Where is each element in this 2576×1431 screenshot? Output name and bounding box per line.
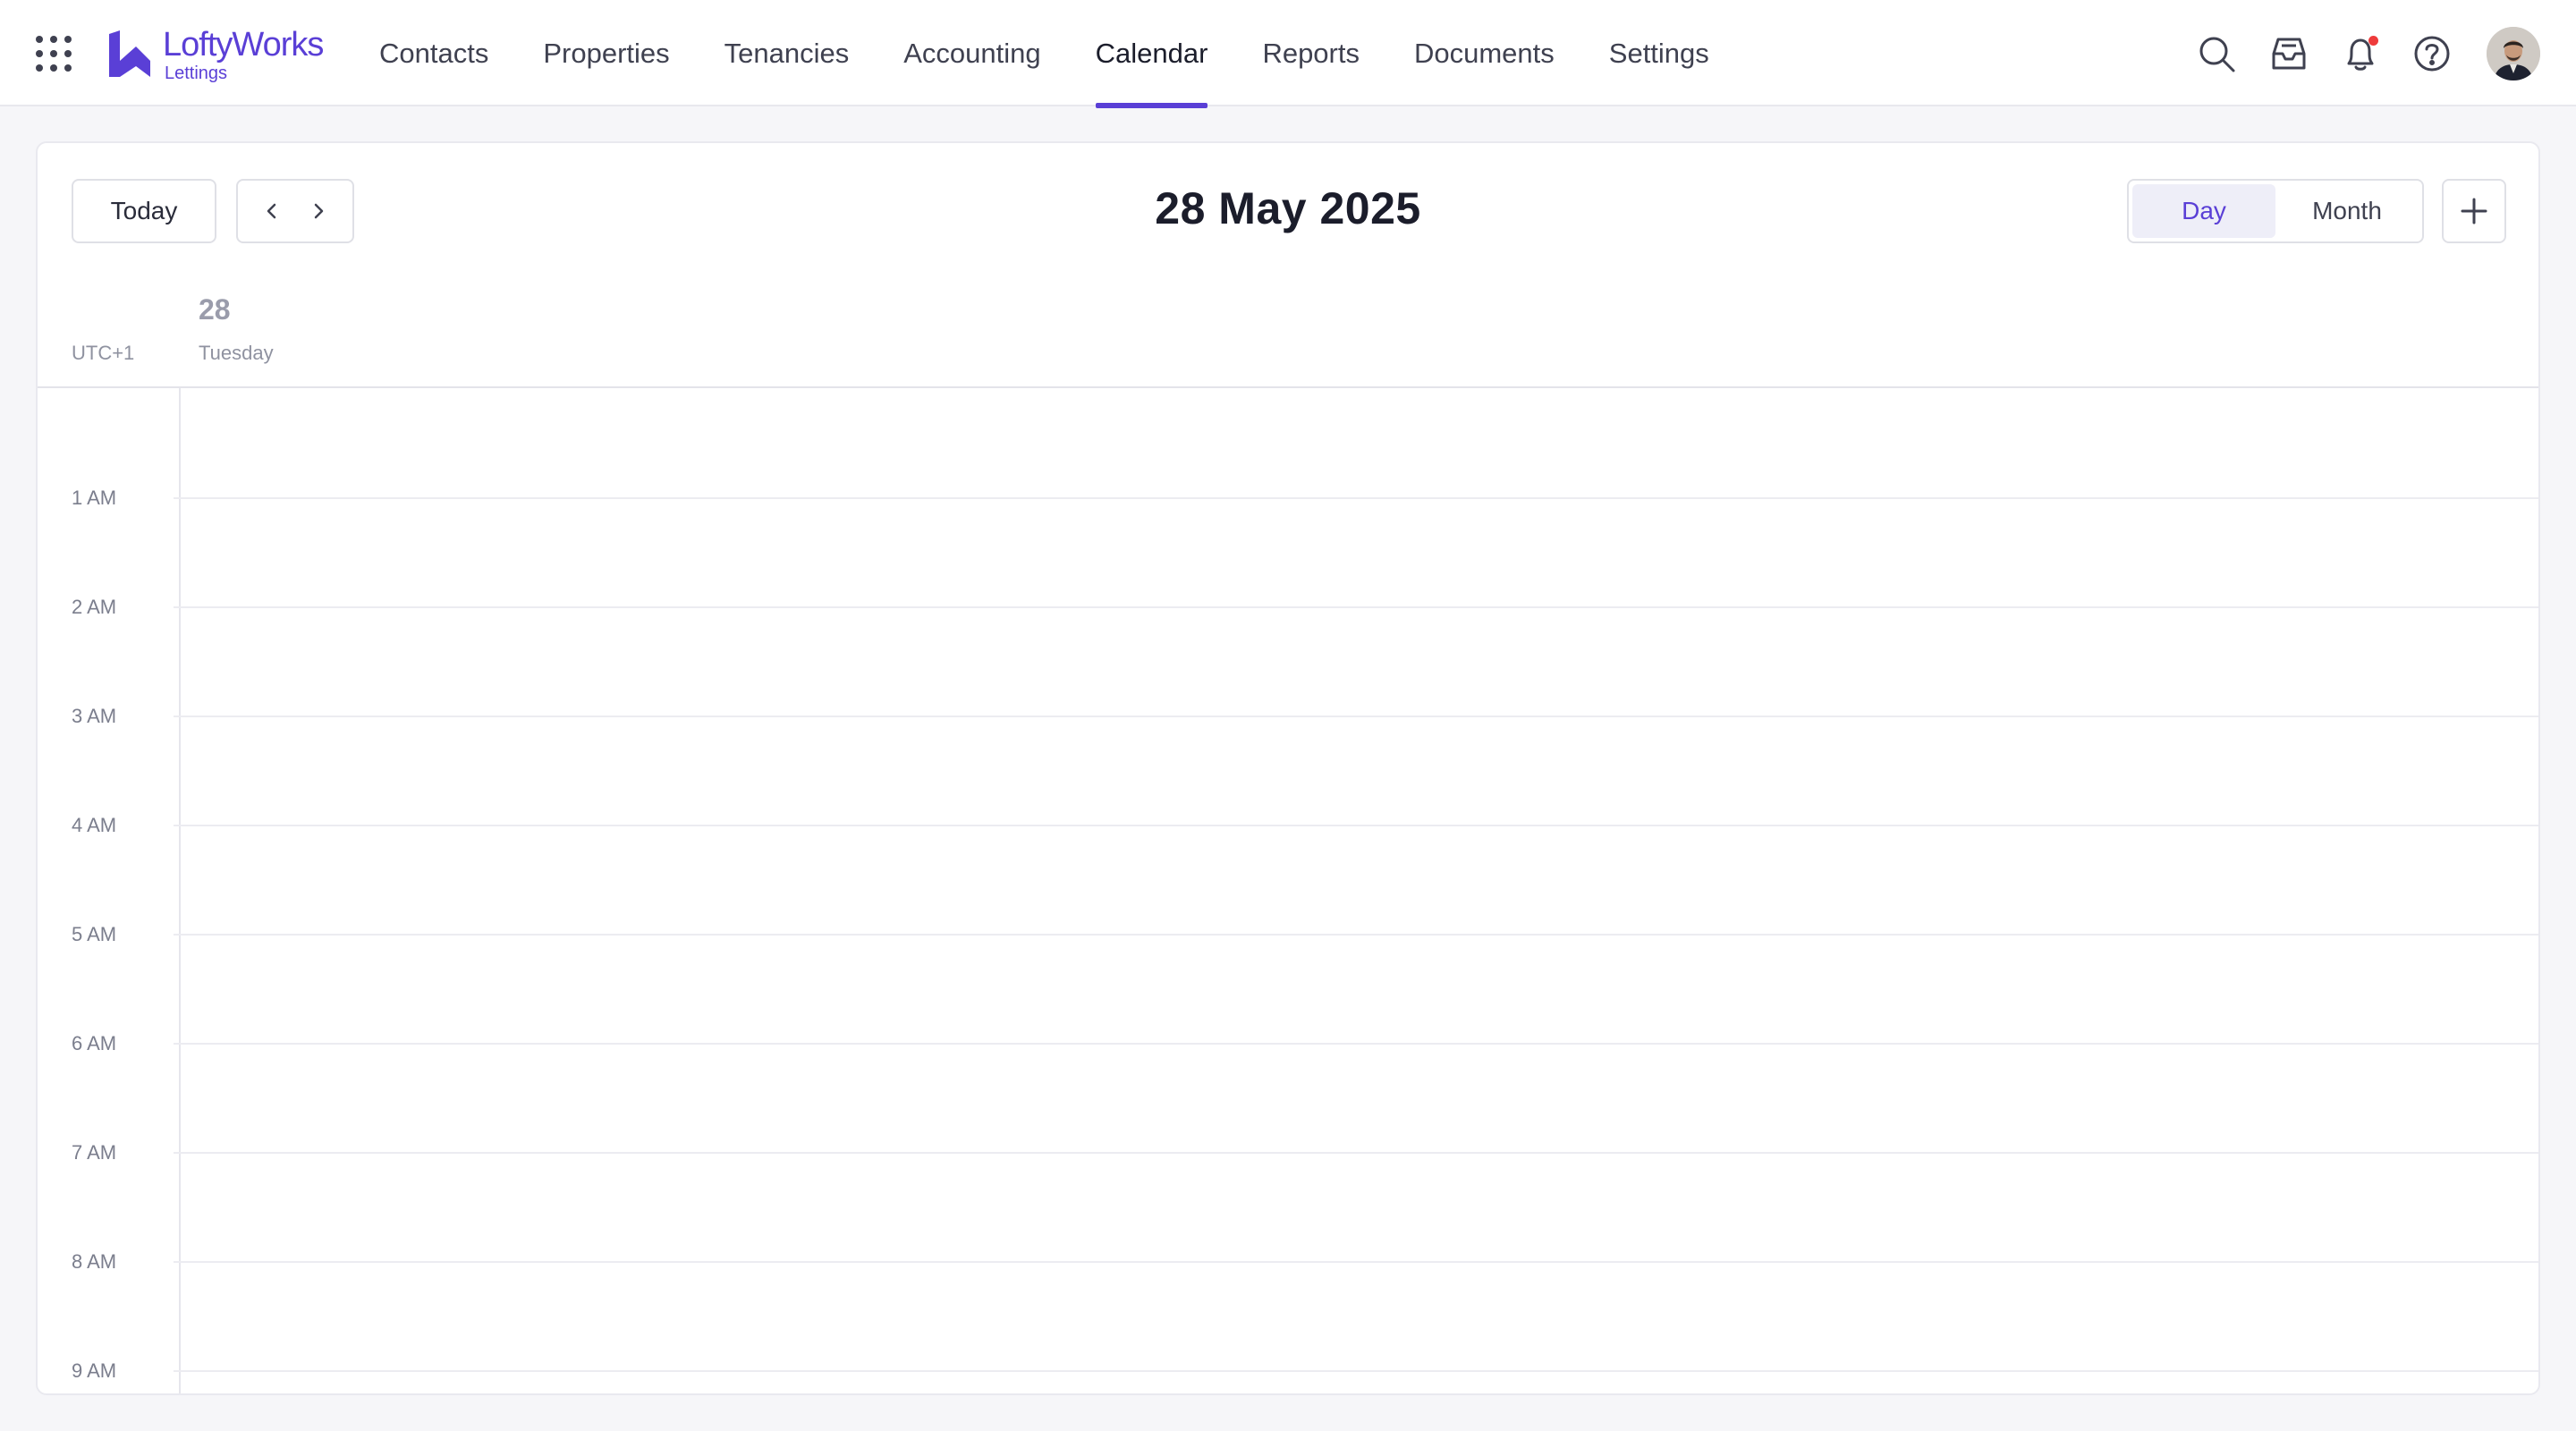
view-month-option[interactable]: Month xyxy=(2275,184,2419,238)
hour-row: 4 AM xyxy=(38,814,2538,836)
hour-label: 3 AM xyxy=(72,705,117,727)
hour-row: 7 AM xyxy=(38,1141,2538,1164)
hour-label: 8 AM xyxy=(72,1250,117,1273)
add-event-button[interactable] xyxy=(2442,179,2506,243)
hour-row: 6 AM xyxy=(38,1032,2538,1054)
brand-subtitle: Lettings xyxy=(165,64,228,83)
inbox-icon[interactable] xyxy=(2269,34,2309,73)
plus-icon xyxy=(2461,198,2487,224)
view-switcher: Day Month xyxy=(2127,179,2424,243)
day-name: Tuesday xyxy=(199,342,274,364)
nav-reports[interactable]: Reports xyxy=(1262,0,1360,106)
time-column-divider xyxy=(179,388,181,1393)
hour-line xyxy=(174,606,2538,608)
hour-line xyxy=(174,934,2538,936)
notification-badge xyxy=(2368,36,2378,46)
hour-label: 5 AM xyxy=(72,923,117,945)
user-avatar[interactable] xyxy=(2487,27,2540,80)
hour-label: 6 AM xyxy=(72,1032,117,1054)
hour-line xyxy=(174,825,2538,826)
hour-line xyxy=(174,716,2538,717)
main-nav: Contacts Properties Tenancies Accounting… xyxy=(379,0,1709,108)
help-icon[interactable] xyxy=(2412,34,2452,73)
hour-label: 9 AM xyxy=(72,1359,117,1382)
hour-row: 9 AM xyxy=(38,1359,2538,1382)
day-number[interactable]: 28 xyxy=(199,293,231,326)
hour-label: 1 AM xyxy=(72,487,117,509)
hour-row: 5 AM xyxy=(38,923,2538,945)
nav-calendar[interactable]: Calendar xyxy=(1095,0,1208,108)
apps-grid-icon[interactable] xyxy=(34,34,73,73)
search-icon[interactable] xyxy=(2197,34,2236,73)
nav-tenancies[interactable]: Tenancies xyxy=(724,0,850,106)
brand-logo[interactable]: LoftyWorks Lettings xyxy=(106,25,329,84)
nav-documents[interactable]: Documents xyxy=(1414,0,1555,106)
hour-label: 4 AM xyxy=(72,814,117,836)
view-day-option[interactable]: Day xyxy=(2132,184,2275,238)
day-time-grid[interactable]: 1 AM 2 AM 3 AM 4 AM 5 AM 6 AM 7 AM 8 AM xyxy=(38,388,2538,1393)
hour-label: 2 AM xyxy=(72,596,117,618)
hour-line xyxy=(174,1152,2538,1154)
nav-contacts[interactable]: Contacts xyxy=(379,0,488,106)
timezone-label: UTC+1 xyxy=(72,342,135,364)
hour-line xyxy=(174,1370,2538,1372)
hour-line xyxy=(174,497,2538,499)
nav-accounting[interactable]: Accounting xyxy=(903,0,1040,106)
top-navigation-bar: LoftyWorks Lettings Contacts Properties … xyxy=(0,0,2576,108)
brand-name: LoftyWorks xyxy=(163,26,324,64)
hour-row: 3 AM xyxy=(38,705,2538,727)
nav-properties[interactable]: Properties xyxy=(543,0,669,106)
hour-row: 8 AM xyxy=(38,1250,2538,1273)
nav-settings[interactable]: Settings xyxy=(1609,0,1709,106)
hour-label: 7 AM xyxy=(72,1141,117,1164)
calendar-card: Today 28 May 2025 Day Month UTC+1 28 Tue… xyxy=(36,141,2540,1395)
logo-mark-icon xyxy=(109,30,150,77)
hour-line xyxy=(174,1043,2538,1045)
hour-row: 1 AM xyxy=(38,487,2538,509)
bell-icon[interactable] xyxy=(2341,34,2380,73)
hour-row: 2 AM xyxy=(38,596,2538,618)
hour-line xyxy=(174,1261,2538,1263)
